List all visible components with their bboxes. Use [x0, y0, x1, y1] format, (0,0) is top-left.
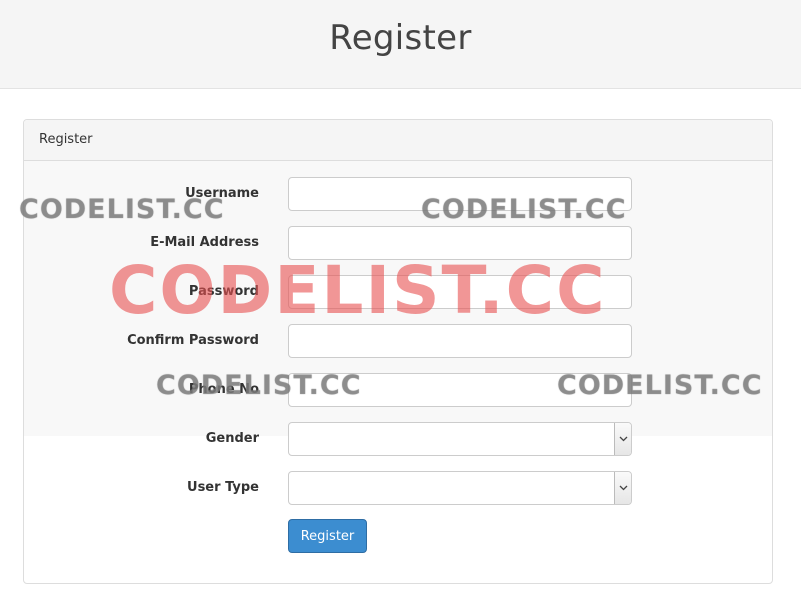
phone-label: Phone No: [188, 382, 259, 397]
password-field[interactable]: [288, 275, 632, 309]
page-title: Register: [329, 18, 472, 58]
form-row-confirm-password: Confirm Password: [24, 324, 772, 358]
form-row-password: Password: [24, 275, 772, 309]
page-header: Register: [0, 0, 801, 89]
username-label: Username: [185, 186, 259, 201]
chevron-down-icon[interactable]: [614, 472, 631, 504]
form-row-phone: Phone No: [24, 373, 772, 407]
form-row-username: Username: [24, 177, 772, 211]
form-row-email: E-Mail Address: [24, 226, 772, 260]
gender-label: Gender: [205, 431, 259, 446]
chevron-down-icon[interactable]: [614, 423, 631, 455]
register-button[interactable]: Register: [288, 519, 367, 553]
password-label: Password: [188, 284, 259, 299]
panel-heading: Register: [24, 120, 772, 161]
confirm-password-field[interactable]: [288, 324, 632, 358]
user-type-label: User Type: [187, 480, 259, 495]
email-label: E-Mail Address: [150, 235, 259, 250]
gender-select[interactable]: [288, 422, 632, 456]
form-row-gender: Gender: [24, 422, 772, 456]
username-field[interactable]: [288, 177, 632, 211]
user-type-select[interactable]: [288, 471, 632, 505]
phone-field[interactable]: [288, 373, 632, 407]
form-row-user-type: User Type: [24, 471, 772, 505]
confirm-password-label: Confirm Password: [127, 333, 259, 348]
email-field[interactable]: [288, 226, 632, 260]
register-panel: Register Username E-Mail Address Passwor…: [23, 119, 773, 584]
